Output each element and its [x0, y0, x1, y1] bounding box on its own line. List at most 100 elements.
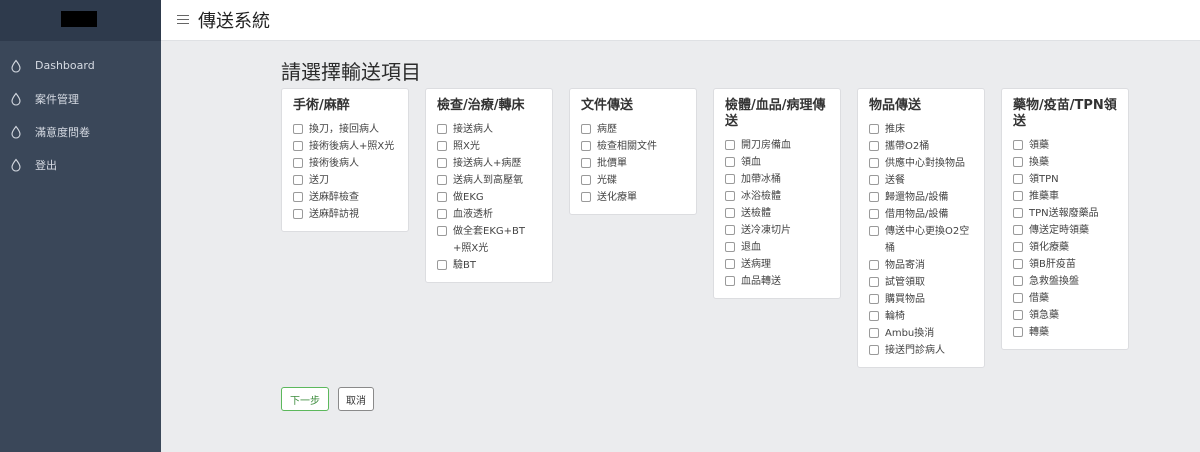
option-item[interactable]: 供應中心對換物品	[869, 155, 974, 172]
cancel-button[interactable]: 取消	[338, 387, 374, 411]
option-item[interactable]: 輪椅	[869, 308, 974, 325]
option-item[interactable]: 領血	[725, 154, 830, 171]
option-item[interactable]: 送病理	[725, 256, 830, 273]
sidebar-item-logout[interactable]: 登出	[0, 148, 161, 181]
option-item[interactable]: 急救盤換盤	[1013, 273, 1118, 290]
option-item[interactable]: 開刀房備血	[725, 137, 830, 154]
option-item[interactable]: 推藥車	[1013, 188, 1118, 205]
option-item[interactable]: 接送病人	[437, 121, 542, 138]
option-item[interactable]: 轉藥	[1013, 324, 1118, 341]
option-checkbox[interactable]	[1013, 157, 1023, 167]
option-item[interactable]: 血液透析	[437, 206, 542, 223]
next-button[interactable]: 下一步	[281, 387, 329, 411]
option-checkbox[interactable]	[869, 328, 879, 338]
option-item[interactable]: 借藥	[1013, 290, 1118, 307]
option-item[interactable]: 退血	[725, 239, 830, 256]
option-checkbox[interactable]	[725, 157, 735, 167]
option-checkbox[interactable]	[725, 140, 735, 150]
option-checkbox[interactable]	[1013, 310, 1023, 320]
option-checkbox[interactable]	[581, 158, 591, 168]
sidebar-item-dashboard[interactable]: Dashboard	[0, 49, 161, 82]
sidebar-item-survey[interactable]: 滿意度問卷	[0, 115, 161, 148]
option-item[interactable]: 送病人到高壓氧	[437, 172, 542, 189]
option-checkbox[interactable]	[1013, 293, 1023, 303]
option-checkbox[interactable]	[293, 124, 303, 134]
option-checkbox[interactable]	[293, 209, 303, 219]
option-checkbox[interactable]	[293, 175, 303, 185]
option-checkbox[interactable]	[725, 191, 735, 201]
option-item[interactable]: 借用物品/設備	[869, 206, 974, 223]
option-checkbox[interactable]	[581, 141, 591, 151]
option-checkbox[interactable]	[869, 158, 879, 168]
option-checkbox[interactable]	[437, 158, 447, 168]
option-item[interactable]: 領藥	[1013, 137, 1118, 154]
option-checkbox[interactable]	[293, 192, 303, 202]
option-checkbox[interactable]	[437, 209, 447, 219]
option-item[interactable]: 推床	[869, 121, 974, 138]
option-item[interactable]: 加帶冰桶	[725, 171, 830, 188]
option-item[interactable]: 接術後病人	[293, 155, 398, 172]
option-checkbox[interactable]	[437, 141, 447, 151]
option-checkbox[interactable]	[1013, 174, 1023, 184]
option-item[interactable]: 領急藥	[1013, 307, 1118, 324]
sidebar-item-case-management[interactable]: 案件管理	[0, 82, 161, 115]
option-item[interactable]: 做EKG	[437, 189, 542, 206]
option-item[interactable]: 接送門診病人	[869, 342, 974, 359]
option-checkbox[interactable]	[869, 260, 879, 270]
option-item[interactable]: 驗BT	[437, 257, 542, 274]
option-item[interactable]: 血品轉送	[725, 273, 830, 290]
option-item[interactable]: 批價單	[581, 155, 686, 172]
option-item[interactable]: 試管領取	[869, 274, 974, 291]
option-checkbox[interactable]	[1013, 140, 1023, 150]
option-item[interactable]: 照X光	[437, 138, 542, 155]
option-checkbox[interactable]	[869, 311, 879, 321]
option-checkbox[interactable]	[437, 226, 447, 236]
option-item[interactable]: 換刀，接回病人	[293, 121, 398, 138]
option-item[interactable]: 送麻醉檢查	[293, 189, 398, 206]
option-item[interactable]: 接送病人+病歷	[437, 155, 542, 172]
option-checkbox[interactable]	[725, 174, 735, 184]
option-checkbox[interactable]	[869, 277, 879, 287]
option-item[interactable]: 攜帶O2桶	[869, 138, 974, 155]
option-checkbox[interactable]	[725, 259, 735, 269]
option-item[interactable]: TPN送報廢藥品	[1013, 205, 1118, 222]
option-item[interactable]: 物品寄消	[869, 257, 974, 274]
option-checkbox[interactable]	[1013, 259, 1023, 269]
option-checkbox[interactable]	[1013, 208, 1023, 218]
option-checkbox[interactable]	[1013, 191, 1023, 201]
menu-toggle-icon[interactable]	[177, 12, 189, 26]
option-checkbox[interactable]	[869, 294, 879, 304]
option-item[interactable]: 換藥	[1013, 154, 1118, 171]
option-checkbox[interactable]	[725, 225, 735, 235]
option-item[interactable]: Ambu換消	[869, 325, 974, 342]
option-item[interactable]: 冰浴檢體	[725, 188, 830, 205]
option-checkbox[interactable]	[1013, 276, 1023, 286]
option-item[interactable]: 送麻醉訪視	[293, 206, 398, 223]
option-item[interactable]: 領B肝疫苗	[1013, 256, 1118, 273]
option-item[interactable]: 傳送中心更換O2空桶	[869, 223, 974, 257]
option-item[interactable]: 送檢體	[725, 205, 830, 222]
option-checkbox[interactable]	[869, 209, 879, 219]
option-item[interactable]: 送刀	[293, 172, 398, 189]
option-checkbox[interactable]	[869, 124, 879, 134]
option-checkbox[interactable]	[869, 141, 879, 151]
option-item[interactable]: 歸還物品/設備	[869, 189, 974, 206]
option-checkbox[interactable]	[581, 192, 591, 202]
option-item[interactable]: 病歷	[581, 121, 686, 138]
option-checkbox[interactable]	[869, 192, 879, 202]
option-checkbox[interactable]	[869, 226, 879, 236]
option-checkbox[interactable]	[725, 242, 735, 252]
option-checkbox[interactable]	[869, 345, 879, 355]
option-checkbox[interactable]	[437, 192, 447, 202]
option-item[interactable]: 送餐	[869, 172, 974, 189]
option-item[interactable]: 做全套EKG+BT+照X光	[437, 223, 542, 257]
option-checkbox[interactable]	[581, 175, 591, 185]
option-checkbox[interactable]	[1013, 327, 1023, 337]
option-checkbox[interactable]	[1013, 242, 1023, 252]
option-item[interactable]: 接術後病人+照X光	[293, 138, 398, 155]
option-checkbox[interactable]	[1013, 225, 1023, 235]
option-checkbox[interactable]	[293, 158, 303, 168]
option-checkbox[interactable]	[869, 175, 879, 185]
option-item[interactable]: 送化療單	[581, 189, 686, 206]
option-item[interactable]: 領TPN	[1013, 171, 1118, 188]
